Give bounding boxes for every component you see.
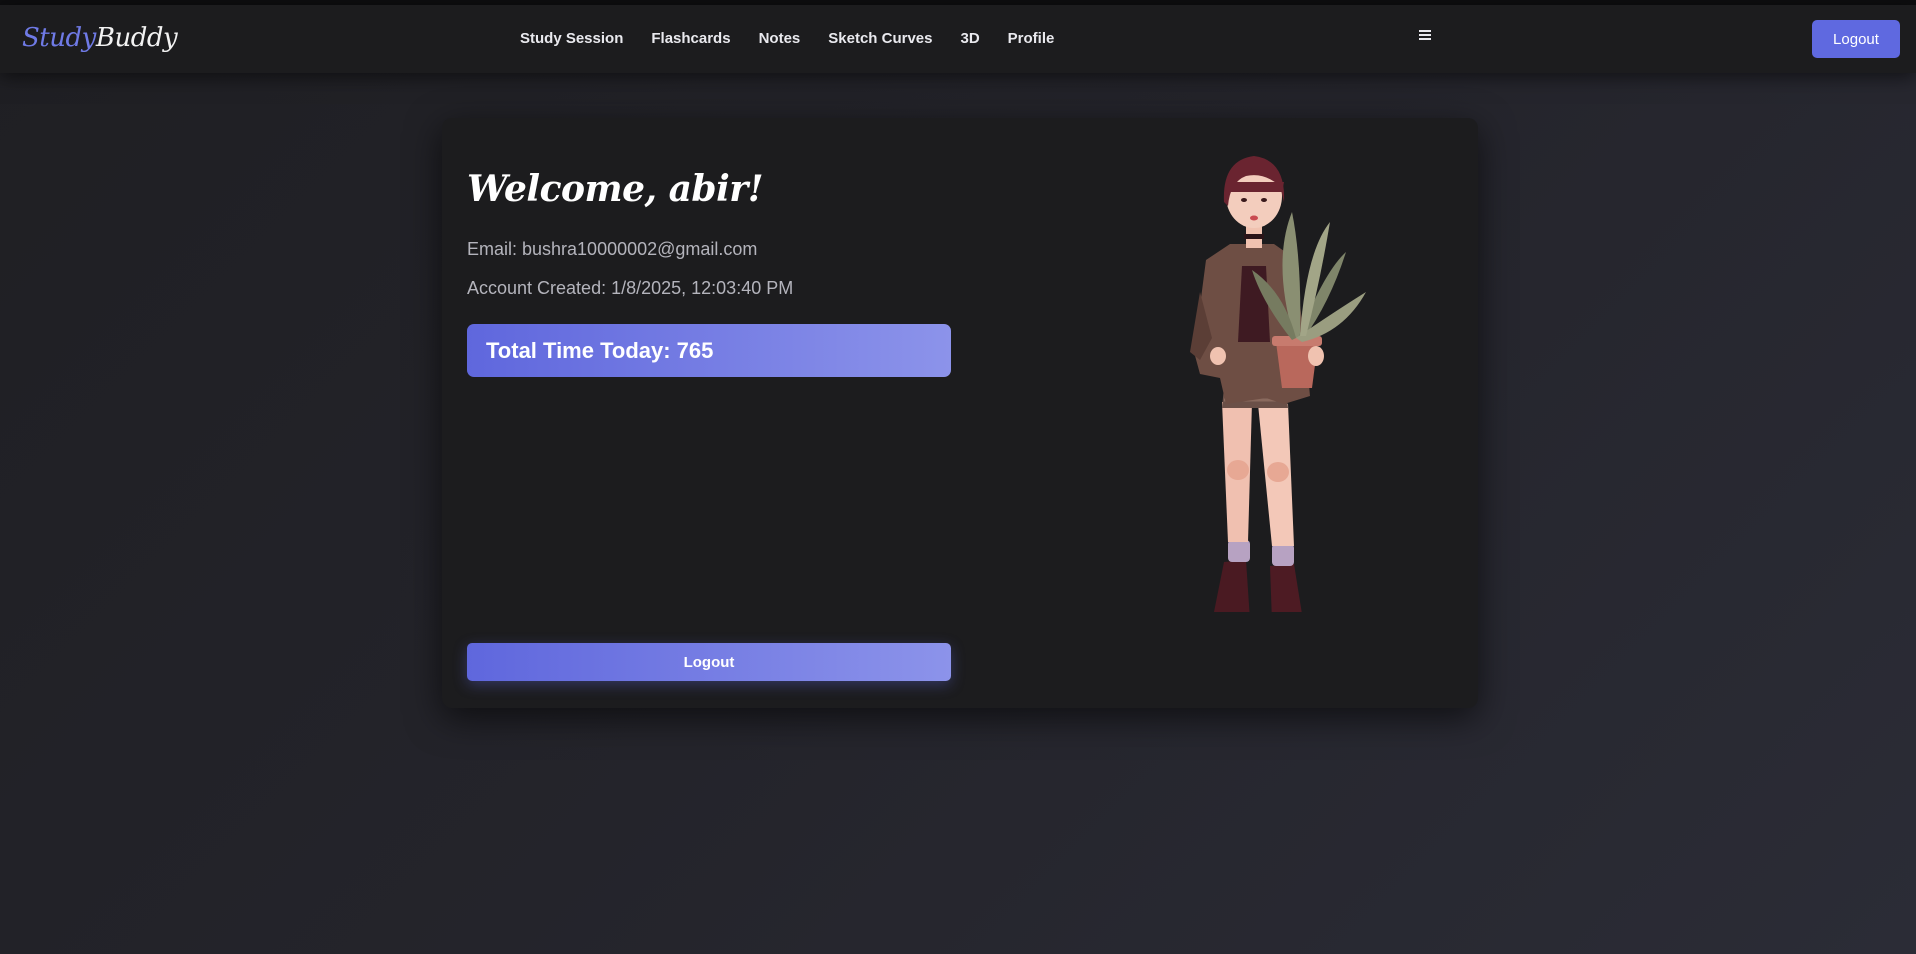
logo-study-text: Study [22,23,96,53]
nav-link-flashcards[interactable]: Flashcards [651,30,730,47]
email-text: Email: bushra10000002@gmail.com [467,239,758,259]
total-time-today-box: Total Time Today: 765 [467,324,951,377]
nav-link-3d[interactable]: 3D [960,30,979,47]
logo-buddy-text: Buddy [95,23,178,53]
nav-links: Study Session Flashcards Notes Sketch Cu… [520,30,1082,47]
nav-link-study-session[interactable]: Study Session [520,30,623,47]
profile-card: Welcome, abir! Email: bushra10000002@gma… [442,118,1478,708]
navbar: StudyBuddy Study Session Flashcards Note… [0,5,1916,73]
hamburger-menu-icon[interactable] [1416,28,1434,44]
navbar-logout-button[interactable]: Logout [1812,20,1900,58]
character-illustration [1190,156,1366,612]
profile-logout-button[interactable]: Logout [467,643,951,681]
nav-link-profile[interactable]: Profile [1008,30,1055,47]
app-logo[interactable]: StudyBuddy [22,23,178,53]
account-created-text: Account Created: 1/8/2025, 12:03:40 PM [467,278,794,298]
nav-link-notes[interactable]: Notes [759,30,801,47]
total-time-today-text: Total Time Today: 765 [486,338,714,363]
nav-link-sketch-curves[interactable]: Sketch Curves [828,30,932,47]
welcome-heading: Welcome, abir! [467,168,764,210]
